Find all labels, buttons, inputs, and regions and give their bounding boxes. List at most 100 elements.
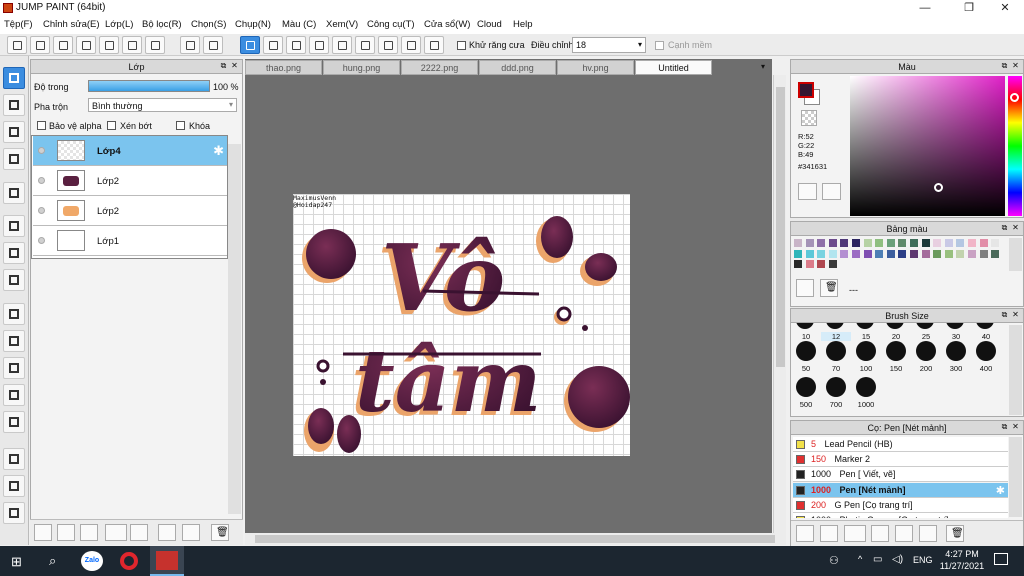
gear-icon[interactable]: ✱ [996, 484, 1005, 497]
add-color-button[interactable] [796, 279, 814, 297]
tool-pen[interactable] [3, 67, 25, 89]
document-tab-active[interactable]: Untitled [635, 60, 712, 75]
notification-icon[interactable] [994, 553, 1008, 565]
brush-settings-button[interactable] [871, 525, 889, 542]
palette-swatch[interactable] [852, 249, 860, 258]
palette-swatch[interactable] [794, 249, 802, 258]
menu-select[interactable]: Chọn(S) [191, 19, 226, 30]
palette-swatch[interactable] [991, 239, 1000, 247]
close-icon[interactable]: ✕ [1011, 311, 1020, 320]
delete-layer-button[interactable]: 🗑 [211, 524, 229, 541]
tool-magic-wand[interactable] [3, 357, 25, 379]
layer-row[interactable]: Lớp1 [33, 226, 227, 256]
foreground-color-swatch[interactable] [798, 82, 814, 98]
zalo-taskbar-button[interactable]: Zalo [77, 546, 109, 576]
menu-file[interactable]: Tệp(F) [4, 19, 33, 30]
palette-swatch[interactable] [840, 249, 849, 258]
transparent-color-swatch[interactable] [801, 110, 817, 126]
brush-size-swatch[interactable] [826, 323, 844, 329]
detach-icon[interactable]: ⧉ [1000, 62, 1009, 71]
brush-size-swatch[interactable] [856, 323, 874, 329]
palette-swatch[interactable] [933, 249, 942, 258]
palette-swatch[interactable] [794, 239, 802, 247]
palette-swatch[interactable] [828, 249, 837, 258]
palette-swatch[interactable] [910, 249, 918, 258]
palette-swatch[interactable] [979, 239, 988, 247]
clock-date[interactable]: 11/27/2021 [937, 561, 987, 571]
close-icon[interactable]: ✕ [230, 62, 239, 71]
saturation-value-field[interactable] [850, 76, 1005, 216]
palette-swatch[interactable] [933, 239, 942, 247]
palette-swatch[interactable] [852, 239, 860, 247]
document-tab[interactable]: hv.png [557, 60, 634, 75]
brush-item[interactable]: 5 Lead Pencil (HB) [793, 437, 1008, 452]
document-tab[interactable]: thao.png [245, 60, 322, 75]
snap-off-button[interactable] [240, 36, 260, 54]
tab-list-icon[interactable]: ▾ [761, 62, 765, 71]
close-icon[interactable]: ✕ [1011, 423, 1020, 432]
palette-swatch[interactable] [921, 239, 930, 247]
new-folder-button[interactable] [130, 524, 148, 541]
color-wheel-button[interactable] [798, 183, 817, 200]
close-button[interactable]: ✕ [988, 0, 1022, 17]
new-layer-8bit-button[interactable] [57, 524, 75, 541]
palette-swatch[interactable] [898, 249, 907, 258]
menu-help[interactable]: Help [513, 19, 533, 30]
chevron-up-icon[interactable]: ^ [858, 554, 862, 564]
layer-row[interactable]: Lớp4 ✱ [33, 136, 227, 166]
document-tab[interactable]: 2222.png [401, 60, 478, 75]
palette-swatch[interactable] [956, 249, 965, 258]
panel-button[interactable] [76, 36, 96, 54]
palette-swatch[interactable] [828, 239, 837, 247]
tool-eyedropper[interactable] [3, 502, 25, 524]
opacity-slider[interactable] [88, 80, 210, 92]
document-tab[interactable]: hung.png [323, 60, 400, 75]
palette-swatch[interactable] [944, 239, 953, 247]
brush-size-swatch[interactable] [886, 341, 906, 361]
close-icon[interactable]: ✕ [1011, 224, 1020, 233]
palette-swatch[interactable] [863, 239, 872, 247]
palette-swatch[interactable] [979, 249, 988, 258]
snap-perspective-button[interactable] [309, 36, 329, 54]
brush-duplicate-button[interactable] [919, 525, 937, 542]
palette-swatch[interactable] [886, 239, 895, 247]
palette-swatch[interactable] [805, 239, 814, 247]
palette-swatch[interactable] [956, 239, 965, 247]
snap-settings-button[interactable] [401, 36, 421, 54]
brush-size-swatch[interactable] [796, 323, 814, 329]
opera-taskbar-button[interactable] [114, 546, 146, 576]
palette-swatch[interactable] [840, 239, 849, 247]
clock-time[interactable]: 4:27 PM [942, 549, 982, 559]
snap-circle-button[interactable] [355, 36, 375, 54]
menu-color[interactable]: Màu (C) [282, 19, 316, 30]
start-button[interactable]: ⊞ [2, 546, 34, 576]
brush-size-swatch[interactable] [826, 377, 846, 397]
palette-swatch[interactable] [968, 249, 976, 258]
menu-cloud[interactable]: Cloud [477, 19, 502, 30]
brush-size-swatch[interactable] [946, 341, 966, 361]
hue-cursor[interactable] [1010, 93, 1019, 102]
brush-folder-button[interactable] [895, 525, 913, 542]
detach-icon[interactable]: ⧉ [1000, 224, 1009, 233]
document-tab[interactable]: ddd.png [479, 60, 556, 75]
tool-text[interactable] [3, 448, 25, 470]
layer-row[interactable]: Lớp2 [33, 166, 227, 196]
brush-size-swatch[interactable] [796, 341, 816, 361]
brush-size-swatch[interactable] [946, 323, 964, 329]
merge-layer-button[interactable] [182, 524, 200, 541]
brush-item[interactable]: 150 Marker 2 [793, 452, 1008, 468]
brush-size-swatch[interactable] [886, 323, 904, 329]
new-layer-button[interactable] [34, 524, 52, 541]
brush-size-swatch[interactable] [916, 341, 936, 361]
layer-row[interactable]: Lớp2 [33, 196, 227, 226]
add-layer-menu-button[interactable] [105, 524, 127, 541]
tool-shape[interactable] [3, 121, 25, 143]
palette-swatch[interactable] [794, 260, 802, 268]
smooth-edge-checkbox[interactable] [655, 41, 664, 50]
palette-swatch[interactable] [805, 260, 814, 268]
protect-alpha-checkbox[interactable] [37, 121, 46, 130]
jumppaint-taskbar-button[interactable] [150, 546, 184, 576]
new-layer-1bit-button[interactable] [80, 524, 98, 541]
layout-button[interactable] [122, 36, 142, 54]
tool-gradient[interactable] [3, 269, 25, 291]
